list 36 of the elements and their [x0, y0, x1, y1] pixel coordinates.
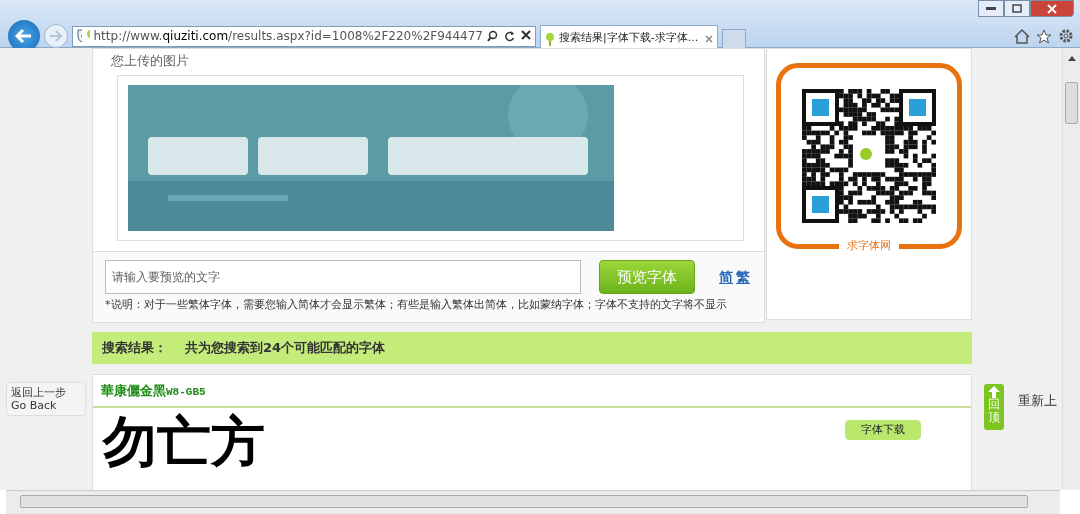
star-icon[interactable]	[1036, 28, 1052, 44]
settings-icon[interactable]	[1058, 28, 1074, 44]
note-text: *说明：对于一些繁体字体，需要您输入简体才会显示繁体；有些是输入繁体出简体，比如蒙纳字体；字体不支持的文字将不显示	[105, 297, 728, 313]
font-sample: 勿亡方	[101, 408, 266, 474]
home-icon[interactable]	[1014, 28, 1030, 44]
preview-text-field[interactable]: 请输入要预览的文字	[105, 260, 581, 294]
refresh-icon[interactable]	[504, 30, 515, 42]
arrow-left-icon	[15, 28, 33, 44]
script-link[interactable]: 简	[719, 266, 733, 288]
vertical-scrollbar-thumb[interactable]	[1065, 82, 1078, 124]
minimize-icon	[986, 6, 996, 11]
close-button[interactable]	[1030, 0, 1074, 17]
script-link[interactable]: 繁	[736, 266, 750, 288]
maximize-button[interactable]	[1004, 0, 1030, 17]
tab-title: 搜索结果|字体下载-求字体...	[559, 30, 699, 47]
font-title[interactable]: 華康儷金黑W8-GB5	[93, 374, 971, 408]
url-text: http://www.qiuziti.com/results.aspx?id=1008%2F220%2F944477	[93, 28, 483, 45]
maximize-icon	[1012, 4, 1022, 13]
reload-text: 重新上	[1018, 392, 1057, 410]
horizontal-scrollbar-thumb[interactable]	[20, 495, 1028, 508]
search-icon[interactable]	[487, 30, 498, 42]
browser-tab[interactable]: 搜索结果|字体下载-求字体...	[540, 25, 718, 51]
arrow-right-icon	[49, 30, 63, 42]
qr-caption: 求字体网	[839, 237, 899, 254]
address-bar[interactable]: http://www.qiuziti.com/results.aspx?id=1008%2F220%2F944477	[72, 25, 536, 47]
arrow-up-icon	[988, 386, 1000, 398]
section-heading: 您上传的图片	[110, 52, 190, 70]
go-back-button[interactable]: 返回上一步 Go Back	[6, 382, 86, 417]
stop-icon[interactable]	[521, 30, 531, 40]
scroll-up-icon[interactable]	[1068, 56, 1076, 61]
results-label: 搜索结果：	[102, 338, 167, 357]
minimize-button[interactable]	[978, 0, 1004, 17]
close-icon[interactable]	[705, 34, 713, 43]
results-summary: 共为您搜索到24个可能匹配的字体	[185, 338, 386, 357]
download-button[interactable]: 字体下载	[845, 420, 921, 440]
close-icon	[1047, 3, 1057, 14]
